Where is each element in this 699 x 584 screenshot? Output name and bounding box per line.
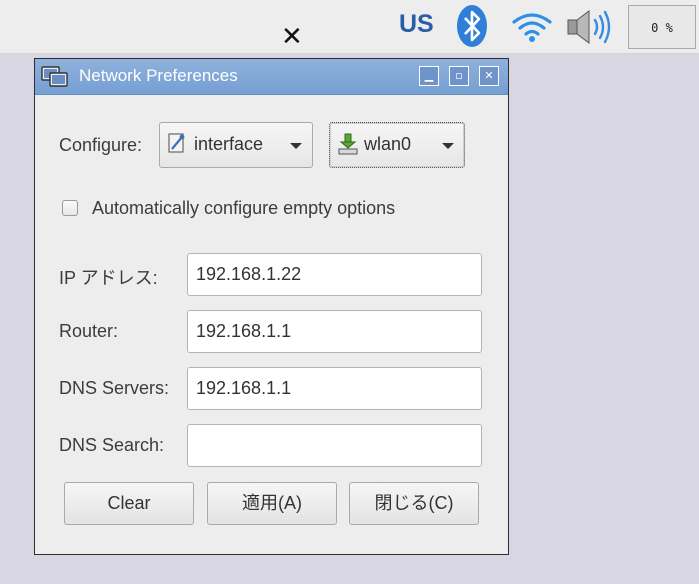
configure-device-value: wlan0 bbox=[364, 134, 412, 154]
window-titlebar[interactable]: Network Preferences ▁ ▫ ✕ bbox=[35, 59, 508, 95]
dns-servers-label: DNS Servers: bbox=[59, 378, 170, 398]
router-field[interactable] bbox=[187, 310, 482, 353]
volume-icon[interactable] bbox=[565, 8, 617, 46]
chevron-down-icon bbox=[290, 143, 302, 149]
chevron-down-icon bbox=[442, 143, 454, 149]
dns-search-field[interactable] bbox=[187, 424, 482, 467]
network-device-icon bbox=[338, 133, 358, 155]
router-label: Router: bbox=[59, 321, 119, 341]
window-close-button[interactable]: ✕ bbox=[479, 66, 499, 86]
dns-servers-field[interactable] bbox=[187, 367, 482, 410]
keyboard-layout-indicator[interactable]: US bbox=[399, 10, 434, 39]
configure-device-combo[interactable]: wlan0 bbox=[329, 122, 465, 168]
auto-configure-label[interactable]: Automatically configure empty options bbox=[92, 198, 395, 219]
maximize-button[interactable]: ▫ bbox=[449, 66, 469, 86]
configure-type-value: interface bbox=[194, 134, 264, 154]
network-preferences-window: Network Preferences ▁ ▫ ✕ Configure: int… bbox=[34, 58, 509, 555]
window-title: Network Preferences bbox=[79, 66, 238, 85]
clear-button[interactable]: Clear bbox=[64, 482, 194, 525]
top-panel: ✕ US 0 % bbox=[0, 0, 699, 54]
interface-icon bbox=[168, 133, 185, 153]
configure-type-combo[interactable]: interface bbox=[159, 122, 313, 168]
ip-address-label: IP アドレス: bbox=[59, 268, 158, 288]
minimize-button[interactable]: ▁ bbox=[419, 66, 439, 86]
bluetooth-icon[interactable] bbox=[455, 4, 489, 48]
close-x-icon[interactable]: ✕ bbox=[281, 24, 303, 50]
close-button[interactable]: 閉じる(C) bbox=[349, 482, 479, 525]
dns-search-label: DNS Search: bbox=[59, 435, 165, 455]
configure-label: Configure: bbox=[59, 135, 143, 155]
network-app-icon bbox=[41, 66, 68, 87]
apply-button[interactable]: 適用(A) bbox=[207, 482, 337, 525]
auto-configure-checkbox[interactable] bbox=[62, 200, 78, 216]
cpu-usage-monitor[interactable]: 0 % bbox=[628, 5, 696, 49]
ip-address-field[interactable] bbox=[187, 253, 482, 296]
wifi-icon[interactable] bbox=[510, 10, 554, 44]
